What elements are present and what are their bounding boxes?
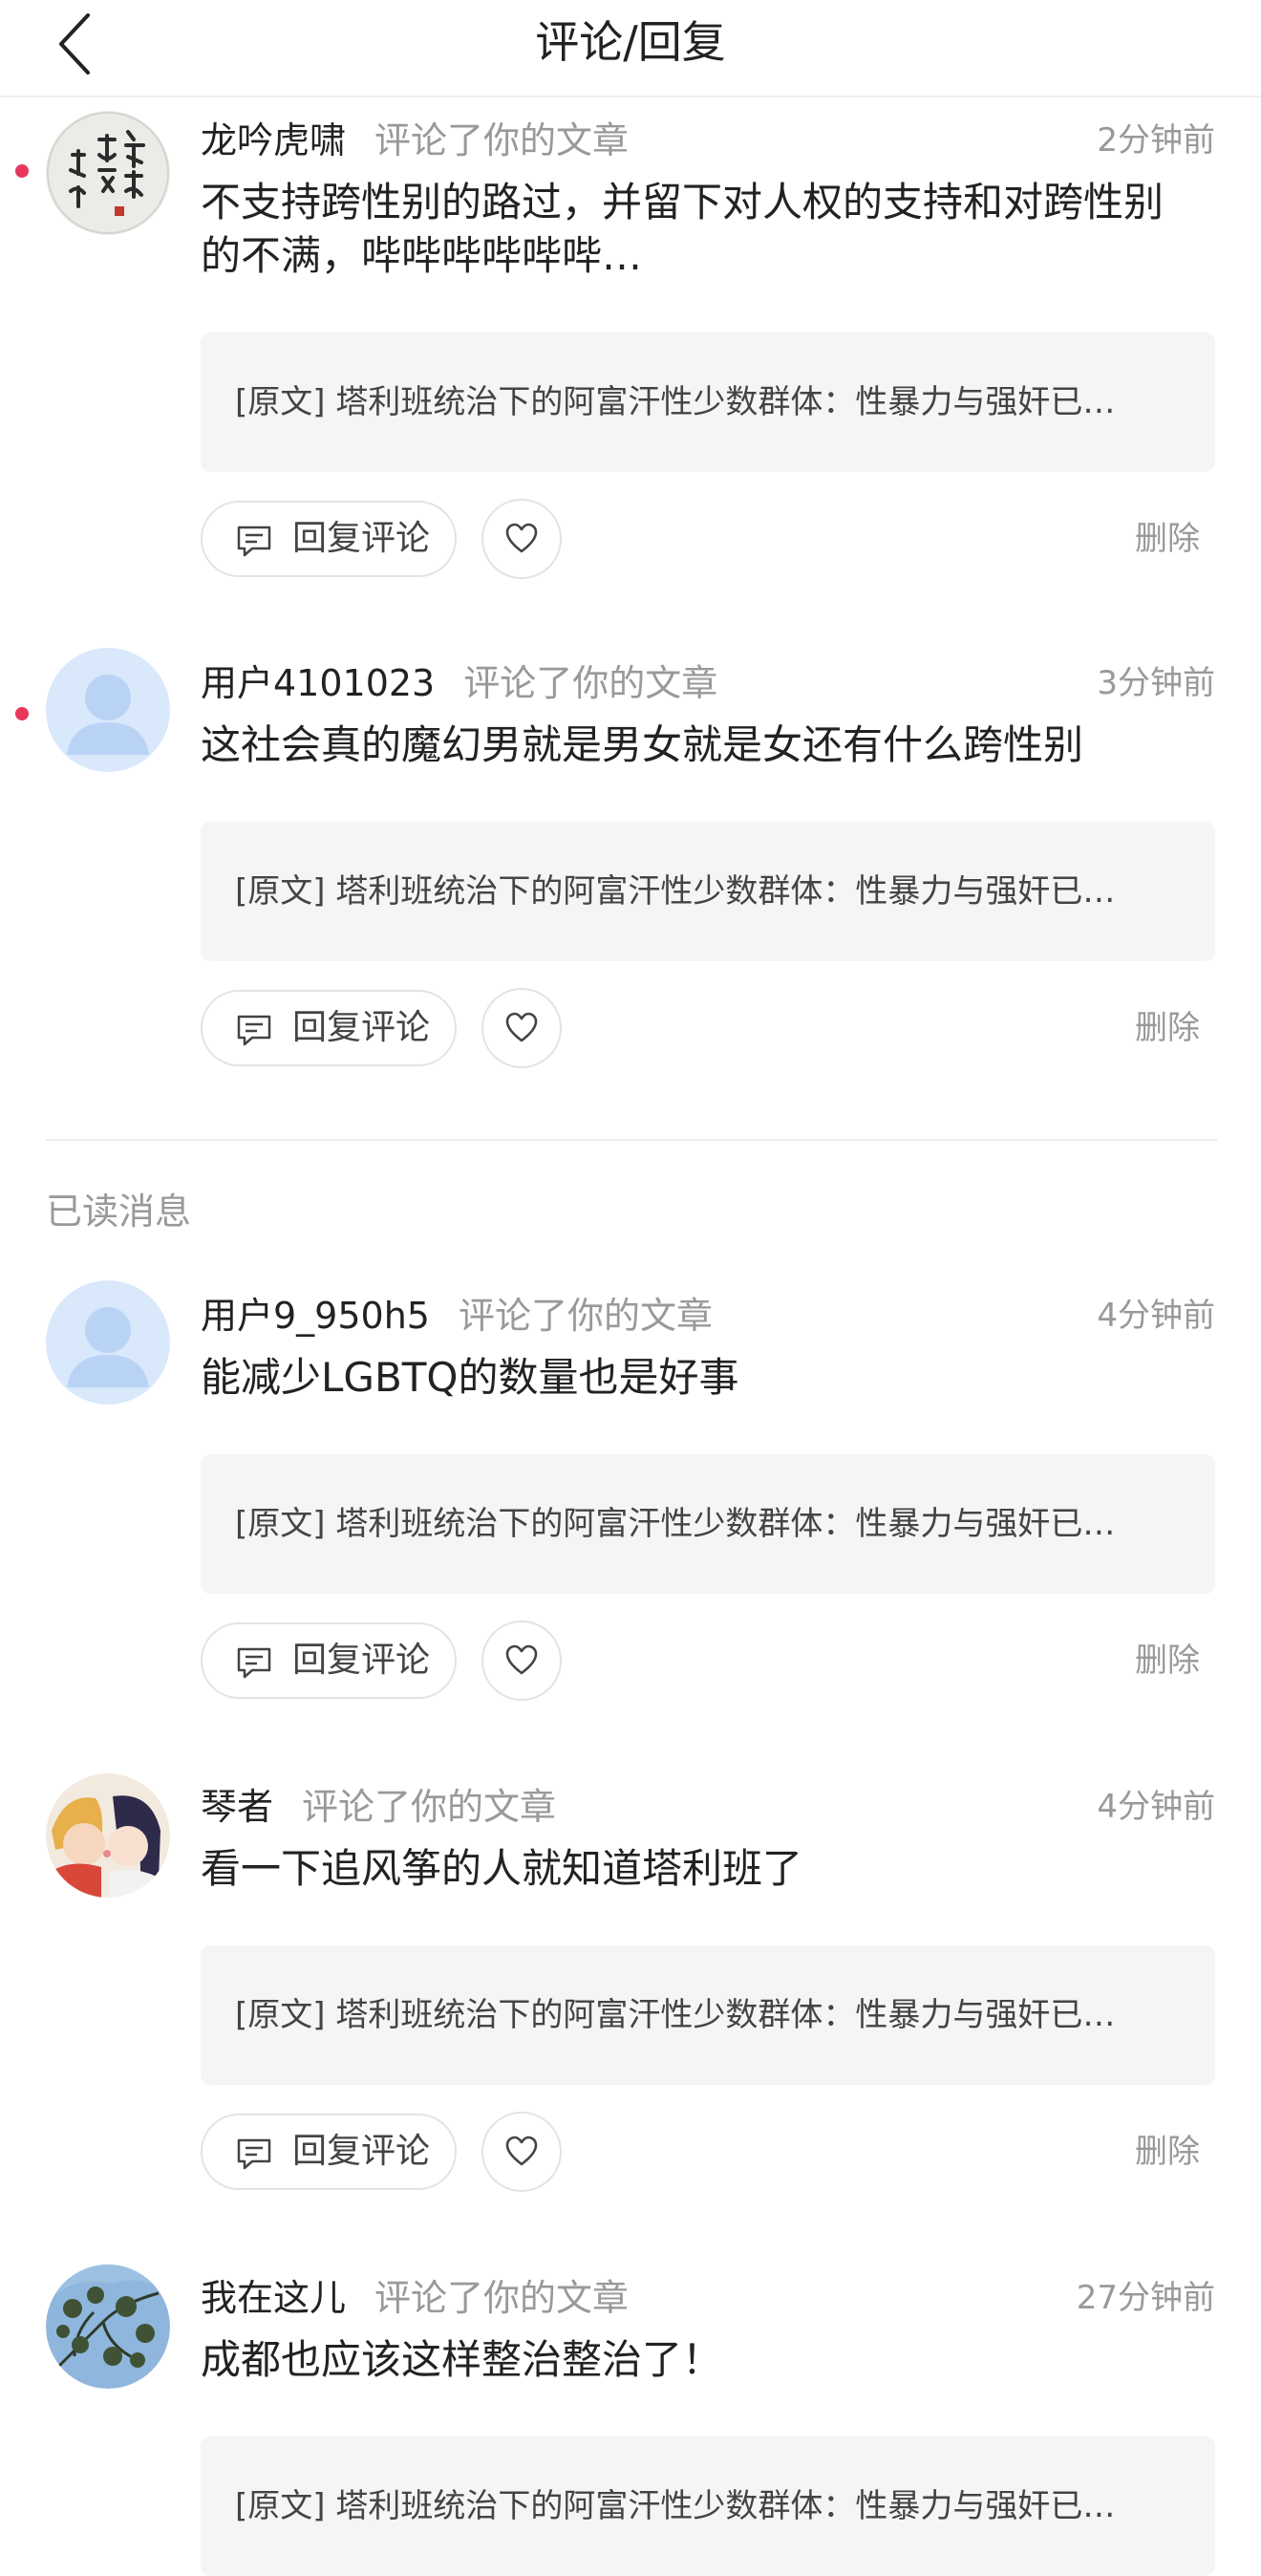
username[interactable]: 龙吟虎啸 [201, 119, 346, 161]
comment-header: 龙吟虎啸 评论了你的文章 2分钟前 [201, 107, 1215, 174]
heart-icon [505, 523, 538, 553]
comment-text: 能减少LGBTQ的数量也是好事 [201, 1354, 739, 1401]
like-button[interactable] [481, 1621, 562, 1701]
username[interactable]: 我在这儿 [201, 2277, 346, 2319]
default-user-avatar-icon [46, 1280, 170, 1405]
comment-header: 用户4101023 评论了你的文章 3分钟前 [201, 650, 1215, 717]
comment-text: 这社会真的魔幻男就是男女就是女还有什么跨性别 [201, 721, 1084, 768]
delete-button[interactable]: 删除 [1135, 1622, 1200, 1699]
quote-text: [原文] 塔利班统治下的阿富汗性少数群体：性暴力与强奸已… [235, 2487, 1116, 2525]
like-button[interactable] [481, 2112, 562, 2192]
calligraphy-avatar-icon [46, 111, 170, 235]
action-text: 评论了你的文章 [463, 662, 718, 704]
timestamp: 4分钟前 [1097, 1788, 1215, 1826]
username[interactable]: 琴者 [201, 1786, 273, 1828]
read-messages-label: 已读消息 [46, 1191, 192, 1233]
unread-dot [15, 164, 29, 178]
original-article-quote[interactable]: [原文] 塔利班统治下的阿富汗性少数群体：性暴力与强奸已… [201, 2436, 1215, 2576]
comment-header: 琴者 评论了你的文章 4分钟前 [201, 1773, 1215, 1840]
heart-icon [505, 2136, 538, 2166]
quote-text: [原文] 塔利班统治下的阿富汗性少数群体：性暴力与强奸已… [235, 872, 1116, 911]
avatar[interactable] [46, 1280, 170, 1405]
comment-bubble-icon [237, 1647, 271, 1679]
original-article-quote[interactable]: [原文] 塔利班统治下的阿富汗性少数群体：性暴力与强奸已… [201, 1945, 1215, 2085]
delete-button[interactable]: 删除 [1135, 2114, 1200, 2190]
avatar[interactable] [46, 111, 170, 235]
comment-bubble-icon [237, 2138, 271, 2170]
username[interactable]: 用户9_950h5 [201, 1295, 430, 1337]
page-title: 评论/回复 [535, 16, 726, 68]
delete-button[interactable]: 删除 [1135, 990, 1200, 1066]
timestamp: 2分钟前 [1097, 121, 1215, 160]
comment-header: 用户9_950h5 评论了你的文章 4分钟前 [201, 1282, 1215, 1349]
reply-comment-button[interactable]: 回复评论 [201, 501, 457, 577]
tree-sky-avatar-icon [46, 2265, 170, 2389]
quote-text: [原文] 塔利班统治下的阿富汗性少数群体：性暴力与强奸已… [235, 1505, 1116, 1543]
reply-label: 回复评论 [292, 2132, 431, 2171]
reply-comment-button[interactable]: 回复评论 [201, 2114, 457, 2190]
comment-bubble-icon [237, 526, 271, 557]
section-divider [46, 1139, 1217, 1141]
avatar[interactable] [46, 1773, 170, 1898]
original-article-quote[interactable]: [原文] 塔利班统治下的阿富汗性少数群体：性暴力与强奸已… [201, 1454, 1215, 1594]
comment-text: 成都也应该这样整治整治了！ [201, 2336, 723, 2383]
like-button[interactable] [481, 988, 562, 1068]
avatar[interactable] [46, 2265, 170, 2389]
comment-text: 不支持跨性别的路过，并留下对人权的支持和对跨性别的不满，哔哔哔哔哔哔… [201, 179, 1165, 279]
action-text: 评论了你的文章 [374, 2277, 630, 2319]
avatar[interactable] [46, 648, 170, 772]
comment-bubble-icon [237, 1015, 271, 1046]
like-button[interactable] [481, 499, 562, 579]
timestamp: 3分钟前 [1097, 664, 1215, 702]
reply-label: 回复评论 [292, 1641, 431, 1680]
delete-button[interactable]: 删除 [1135, 501, 1200, 577]
reply-label: 回复评论 [292, 1008, 431, 1047]
reply-comment-button[interactable]: 回复评论 [201, 990, 457, 1066]
original-article-quote[interactable]: [原文] 塔利班统治下的阿富汗性少数群体：性暴力与强奸已… [201, 822, 1215, 961]
timestamp: 27分钟前 [1076, 2279, 1215, 2317]
quote-text: [原文] 塔利班统治下的阿富汗性少数群体：性暴力与强奸已… [235, 383, 1116, 421]
navigation-bar: 评论/回复 [0, 0, 1261, 97]
anime-couple-avatar-icon [46, 1773, 170, 1898]
heart-icon [505, 1644, 538, 1675]
timestamp: 4分钟前 [1097, 1297, 1215, 1335]
action-text: 评论了你的文章 [458, 1295, 713, 1337]
quote-text: [原文] 塔利班统治下的阿富汗性少数群体：性暴力与强奸已… [235, 1996, 1116, 2034]
comment-text: 看一下追风筝的人就知道塔利班了 [201, 1845, 803, 1892]
action-text: 评论了你的文章 [302, 1786, 557, 1828]
default-user-avatar-icon [46, 648, 170, 772]
unread-dot [15, 707, 29, 720]
action-text: 评论了你的文章 [374, 119, 630, 161]
username[interactable]: 用户4101023 [201, 662, 435, 704]
reply-label: 回复评论 [292, 519, 431, 558]
reply-comment-button[interactable]: 回复评论 [201, 1622, 457, 1699]
heart-icon [505, 1012, 538, 1042]
original-article-quote[interactable]: [原文] 塔利班统治下的阿富汗性少数群体：性暴力与强奸已… [201, 333, 1215, 472]
comment-header: 我在这儿 评论了你的文章 27分钟前 [201, 2265, 1215, 2331]
